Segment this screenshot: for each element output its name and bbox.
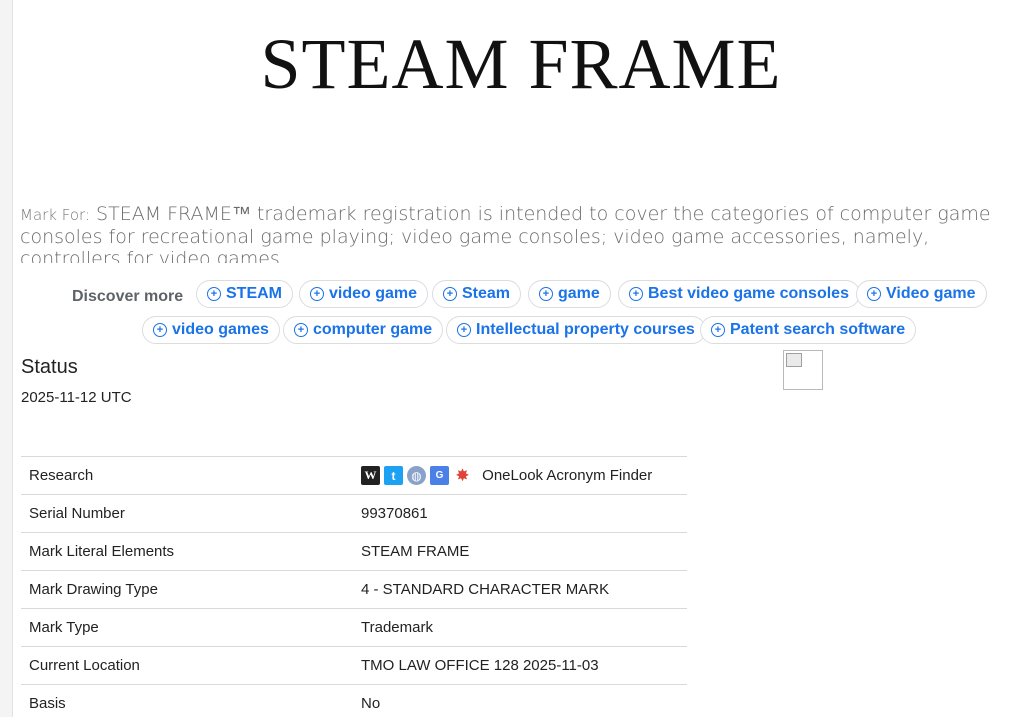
plus-icon: + bbox=[867, 287, 881, 301]
table-row: Mark Type Trademark bbox=[21, 608, 687, 647]
detail-value: 4 - STANDARD CHARACTER MARK bbox=[353, 570, 687, 609]
mark-image-text: STEAM FRAME bbox=[260, 23, 782, 104]
chip-label: computer game bbox=[313, 321, 433, 338]
wikipedia-icon[interactable]: W bbox=[361, 466, 380, 485]
chip-game[interactable]: + game bbox=[528, 280, 611, 308]
splat-icon[interactable]: ✸ bbox=[453, 466, 472, 485]
plus-icon: + bbox=[310, 287, 324, 301]
table-row: Serial Number 99370861 bbox=[21, 494, 687, 533]
plus-icon: + bbox=[153, 323, 167, 337]
broken-image-placeholder bbox=[783, 350, 823, 390]
mark-for-label: Mark For: bbox=[20, 206, 90, 224]
chip-video-game-2[interactable]: + Video game bbox=[856, 280, 987, 308]
twitter-icon[interactable]: t bbox=[384, 466, 403, 485]
table-row: Mark Literal Elements STEAM FRAME bbox=[21, 532, 687, 571]
chip-steam-2[interactable]: + Steam bbox=[432, 280, 522, 308]
detail-key: Mark Type bbox=[21, 608, 353, 647]
plus-icon: + bbox=[294, 323, 308, 337]
chip-label: Best video game consoles bbox=[648, 285, 849, 302]
onelook-link[interactable]: OneLook Acronym Finder bbox=[482, 467, 652, 484]
detail-key: Current Location bbox=[21, 646, 353, 685]
table-row: Basis No bbox=[21, 684, 687, 717]
chip-label: video games bbox=[172, 321, 269, 338]
web-icon[interactable]: ◍ bbox=[407, 466, 426, 485]
chip-computer-game[interactable]: + computer game bbox=[283, 316, 444, 344]
chip-label: video game bbox=[329, 285, 418, 302]
table-row: Research W t ◍ G ✸ OneLook Acronym Finde… bbox=[21, 456, 687, 495]
mark-image: STEAM FRAME bbox=[226, 22, 816, 106]
chip-label: Intellectual property courses bbox=[476, 321, 695, 338]
chip-label: Patent search software bbox=[730, 321, 906, 338]
detail-value: TMO LAW OFFICE 128 2025-11-03 bbox=[353, 646, 687, 685]
detail-key: Basis bbox=[21, 684, 353, 717]
status-date: 2025-11-12 UTC bbox=[21, 389, 132, 406]
mark-for-description: Mark For: STEAM FRAME™ trademark registr… bbox=[20, 203, 1005, 263]
research-icons: W t ◍ G ✸ bbox=[361, 466, 472, 485]
chip-best-video-game-consoles[interactable]: + Best video game consoles bbox=[618, 280, 860, 308]
plus-icon: + bbox=[711, 323, 725, 337]
status-heading: Status bbox=[21, 356, 78, 378]
chip-label: game bbox=[558, 285, 600, 302]
table-row: Mark Drawing Type 4 - STANDARD CHARACTER… bbox=[21, 570, 687, 609]
detail-key: Serial Number bbox=[21, 494, 353, 533]
discover-more-label: Discover more bbox=[72, 288, 184, 305]
detail-value: 99370861 bbox=[353, 494, 687, 533]
detail-value: STEAM FRAME bbox=[353, 532, 687, 571]
detail-key: Research bbox=[21, 456, 353, 495]
left-gutter bbox=[0, 0, 13, 717]
plus-icon: + bbox=[207, 287, 221, 301]
chip-patent-search-software[interactable]: + Patent search software bbox=[700, 316, 917, 344]
chip-label: Video game bbox=[886, 285, 976, 302]
mark-for-text: STEAM FRAME™ trademark registration is i… bbox=[20, 203, 991, 263]
detail-value: No bbox=[353, 684, 687, 717]
chip-video-games[interactable]: + video games bbox=[142, 316, 280, 344]
detail-value: Trademark bbox=[353, 608, 687, 647]
plus-icon: + bbox=[629, 287, 643, 301]
plus-icon: + bbox=[457, 323, 471, 337]
trademark-details-table: Research W t ◍ G ✸ OneLook Acronym Finde… bbox=[21, 456, 687, 717]
table-row: Current Location TMO LAW OFFICE 128 2025… bbox=[21, 646, 687, 685]
detail-key: Mark Literal Elements bbox=[21, 532, 353, 571]
plus-icon: + bbox=[539, 287, 553, 301]
broken-image-icon bbox=[786, 353, 802, 367]
chip-video-game[interactable]: + video game bbox=[299, 280, 429, 308]
detail-value-research: W t ◍ G ✸ OneLook Acronym Finder bbox=[353, 456, 687, 495]
detail-key: Mark Drawing Type bbox=[21, 570, 353, 609]
chip-intellectual-property-courses[interactable]: + Intellectual property courses bbox=[446, 316, 706, 344]
chip-steam[interactable]: + STEAM bbox=[196, 280, 293, 308]
chip-label: Steam bbox=[462, 285, 511, 302]
translate-icon[interactable]: G bbox=[430, 466, 449, 485]
plus-icon: + bbox=[443, 287, 457, 301]
chip-label: STEAM bbox=[226, 285, 282, 302]
